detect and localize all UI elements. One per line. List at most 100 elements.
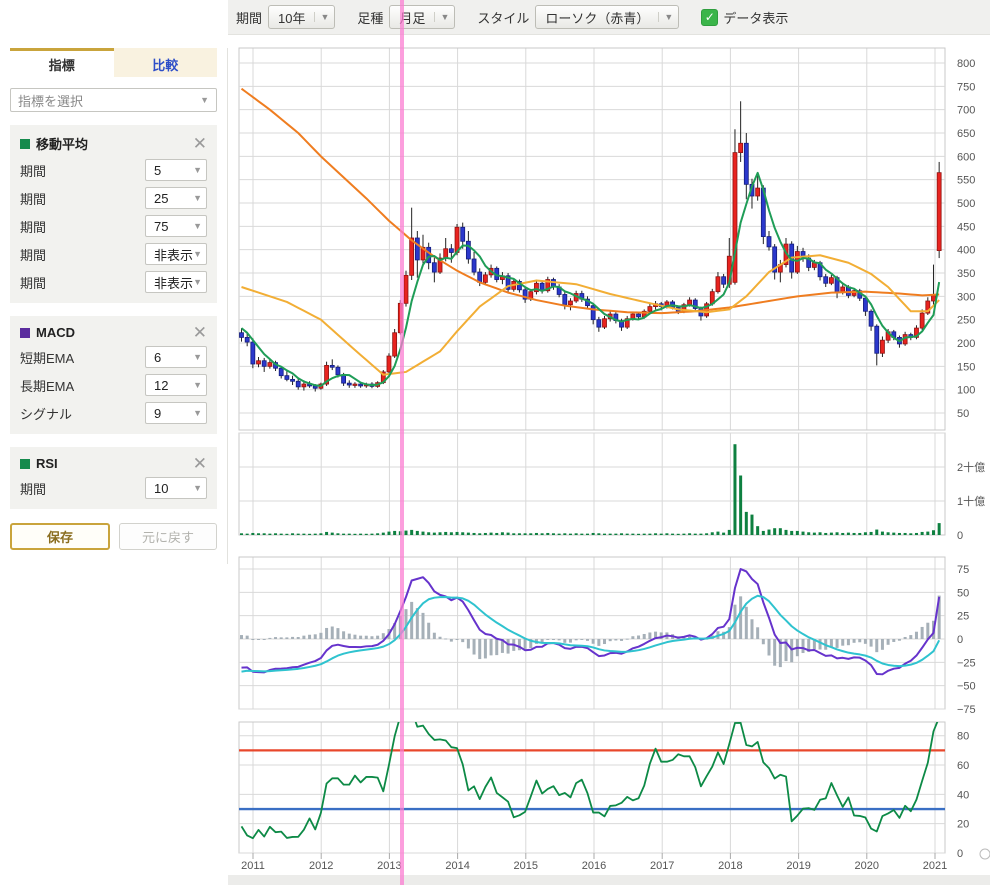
macd-line	[242, 569, 940, 674]
indicator-color-swatch	[20, 459, 30, 469]
svg-text:450: 450	[957, 221, 975, 233]
chevron-down-icon: ▼	[193, 352, 202, 362]
svg-text:2018: 2018	[718, 860, 742, 872]
svg-text:−25: −25	[957, 657, 976, 669]
parameter-value: 25	[154, 191, 168, 206]
chevron-down-icon: ▼	[193, 408, 202, 418]
parameter-select[interactable]: 12 ▼	[145, 374, 207, 396]
svg-text:250: 250	[957, 315, 975, 327]
indicator-section-macd: MACD✕短期EMA6▼長期EMA12▼シグナル9▼	[10, 316, 217, 434]
svg-text:400: 400	[957, 245, 975, 257]
crosshair-line[interactable]	[400, 0, 404, 885]
parameter-label: 期間	[20, 479, 46, 498]
svg-text:40: 40	[957, 789, 969, 801]
parameter-select[interactable]: 5▼	[145, 159, 207, 181]
parameter-value: 非表示	[154, 273, 193, 292]
grid	[239, 48, 945, 853]
svg-text:2016: 2016	[582, 860, 606, 872]
ma5-line	[242, 173, 940, 386]
parameter-value: 9	[154, 406, 161, 421]
svg-text:650: 650	[957, 128, 975, 140]
indicator-section-rsi: RSI ✕ 期間 10▼	[10, 447, 217, 509]
close-icon[interactable]: ✕	[193, 137, 207, 151]
parameter-select[interactable]: 25▼	[145, 187, 207, 209]
svg-text:150: 150	[957, 361, 975, 373]
svg-text:2019: 2019	[786, 860, 810, 872]
svg-text:2011: 2011	[241, 860, 265, 872]
parameter-value: 75	[154, 219, 168, 234]
chevron-down-icon: ▼	[193, 165, 202, 175]
parameter-select[interactable]: 非表示▼	[145, 271, 207, 293]
svg-text:−50: −50	[957, 681, 976, 693]
indicator-section-ma: 移動平均✕期間5▼期間25▼期間75▼期間非表示▼期間非表示▼	[10, 125, 217, 303]
save-button[interactable]: 保存	[10, 523, 110, 550]
indicator-color-swatch	[20, 139, 30, 149]
svg-text:80: 80	[957, 731, 969, 743]
parameter-select[interactable]: 9▼	[145, 402, 207, 424]
right-axis-labels: 5010015020025030035040045050055060065070…	[957, 58, 985, 860]
svg-text:500: 500	[957, 198, 975, 210]
svg-text:2014: 2014	[445, 860, 469, 872]
svg-text:2012: 2012	[309, 860, 333, 872]
parameter-row: 期間 25▼	[20, 187, 207, 209]
chevron-down-icon: ▼	[193, 277, 202, 287]
indicator-title: MACD	[36, 325, 75, 340]
price-panel	[240, 101, 942, 391]
rsi-line	[242, 710, 940, 838]
svg-text:2015: 2015	[514, 860, 538, 872]
parameter-select[interactable]: 10▼	[145, 477, 207, 499]
chevron-down-icon: ▼	[193, 380, 202, 390]
parameter-row: 期間 非表示▼	[20, 243, 207, 265]
svg-text:2013: 2013	[377, 860, 401, 872]
parameter-value: 12	[154, 378, 168, 393]
macd-signal-line	[242, 596, 940, 672]
tab-indicators[interactable]: 指標	[10, 48, 114, 77]
svg-text:50: 50	[957, 408, 969, 420]
svg-text:20: 20	[957, 819, 969, 831]
close-icon[interactable]: ✕	[193, 326, 207, 340]
close-icon[interactable]: ✕	[193, 457, 207, 471]
stock-chart[interactable]: 5010015020025030035040045050055060065070…	[228, 0, 990, 885]
parameter-label: 長期EMA	[20, 376, 74, 395]
tab-compare[interactable]: 比較	[114, 48, 218, 77]
indicator-title: RSI	[36, 456, 58, 471]
svg-text:0: 0	[957, 530, 963, 542]
reset-button[interactable]: 元に戻す	[119, 523, 217, 550]
indicator-select-placeholder: 指標を選択	[18, 91, 83, 110]
ma75-line	[242, 89, 940, 313]
parameter-value: 10	[154, 481, 168, 496]
svg-text:−75: −75	[957, 704, 976, 716]
indicator-title: 移動平均	[36, 134, 88, 153]
parameter-label: 短期EMA	[20, 348, 74, 367]
svg-text:50: 50	[957, 587, 969, 599]
parameter-label: 期間	[20, 245, 46, 264]
svg-text:2020: 2020	[855, 860, 879, 872]
parameter-select[interactable]: 非表示▼	[145, 243, 207, 265]
svg-text:1十億: 1十億	[957, 494, 985, 508]
parameter-label: 期間	[20, 217, 46, 236]
indicator-select[interactable]: 指標を選択 ▼	[10, 88, 217, 112]
parameter-label: 期間	[20, 161, 46, 180]
svg-text:800: 800	[957, 58, 975, 70]
svg-text:2021: 2021	[923, 860, 947, 872]
parameter-select[interactable]: 6▼	[145, 346, 207, 368]
indicator-sidebar: 指標 比較 指標を選択 ▼ 移動平均✕期間5▼期間25▼期間75▼期間非表示▼期…	[0, 0, 228, 885]
parameter-row: シグナル9▼	[20, 402, 207, 424]
axis-slider-handle	[980, 849, 990, 859]
svg-text:0: 0	[957, 848, 963, 860]
volume-panel	[240, 444, 941, 535]
parameter-row: 期間 非表示▼	[20, 271, 207, 293]
svg-text:350: 350	[957, 268, 975, 280]
chevron-down-icon: ▼	[193, 249, 202, 259]
svg-text:200: 200	[957, 338, 975, 350]
macd-panel	[240, 596, 941, 668]
svg-text:750: 750	[957, 81, 975, 93]
chart-canvas[interactable]: 5010015020025030035040045050055060065070…	[228, 0, 990, 885]
parameter-row: 期間 75▼	[20, 215, 207, 237]
svg-text:300: 300	[957, 291, 975, 303]
parameter-label: 期間	[20, 189, 46, 208]
parameter-label: 期間	[20, 273, 46, 292]
x-axis: 2011201220132014201520162017201820192020…	[228, 849, 990, 885]
chevron-down-icon: ▼	[200, 95, 209, 105]
parameter-select[interactable]: 75▼	[145, 215, 207, 237]
